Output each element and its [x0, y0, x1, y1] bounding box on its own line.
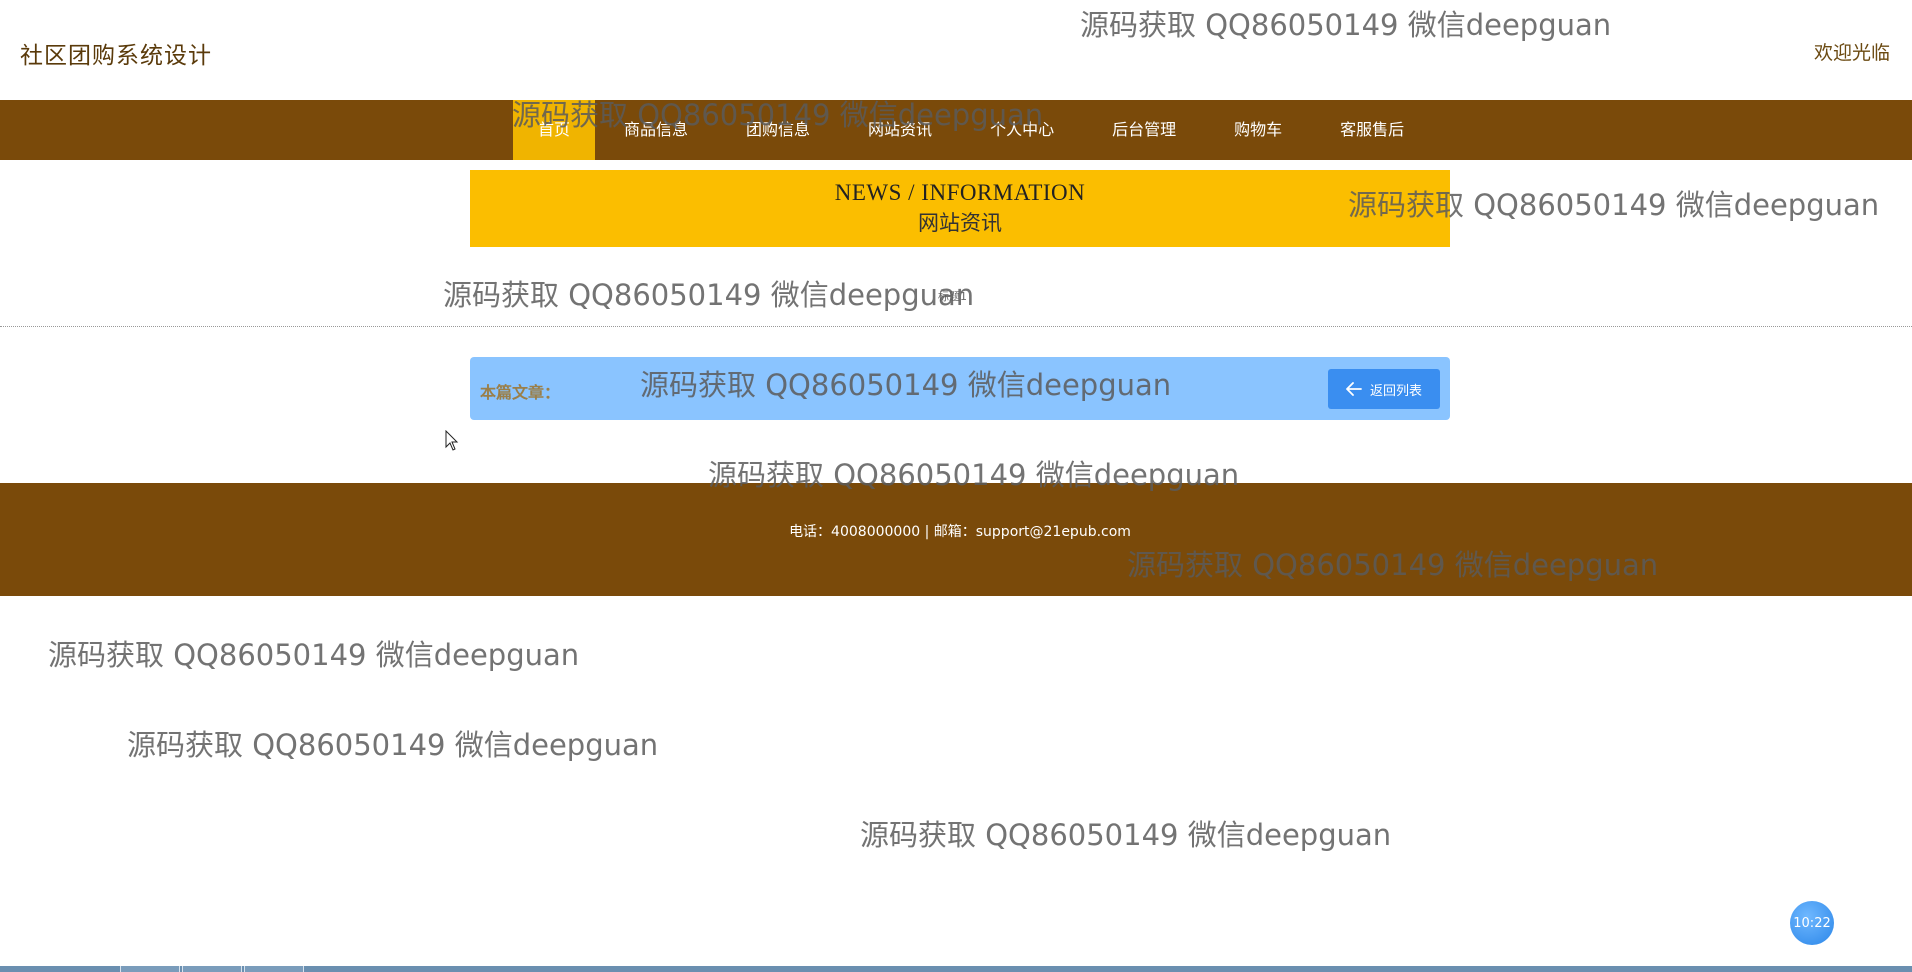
main-navbar: 首页 商品信息 团购信息 网站资讯 个人中心 后台管理 购物车 客服售后 — [0, 100, 1912, 160]
site-footer: 电话：4008000000 | 邮箱：support@21epub.com — [0, 483, 1912, 596]
welcome-text: 欢迎光临 — [1813, 42, 1890, 64]
nav-item-cart[interactable]: 购物车 — [1205, 100, 1311, 160]
watermark: 源码获取 QQ86050149 微信deepguan — [860, 818, 1392, 852]
taskbar-tab[interactable] — [244, 966, 304, 972]
watermark: 源码获取 QQ86050149 微信deepguan — [127, 728, 659, 762]
footer-contact: 电话：4008000000 | 邮箱：support@21epub.com — [789, 524, 1131, 540]
site-title: 社区团购系统设计 — [20, 43, 212, 69]
nav-item-products[interactable]: 商品信息 — [595, 100, 717, 160]
news-banner-title-cn: 网站资讯 — [918, 211, 1002, 235]
mouse-cursor-icon — [445, 430, 459, 451]
watermark: 源码获取 QQ86050149 微信deepguan — [48, 638, 580, 672]
taskbar-tab[interactable] — [120, 966, 180, 972]
news-banner-title-en: NEWS / INFORMATION — [834, 180, 1086, 205]
back-to-list-button[interactable]: 返回列表 — [1328, 369, 1440, 409]
divider — [0, 326, 1912, 327]
nav-item-group-buy[interactable]: 团购信息 — [717, 100, 839, 160]
back-to-list-label: 返回列表 — [1369, 383, 1422, 399]
article-title: 标题1 — [938, 290, 967, 303]
nav-item-admin[interactable]: 后台管理 — [1083, 100, 1205, 160]
nav-item-news[interactable]: 网站资讯 — [839, 100, 961, 160]
nav-item-customer-service[interactable]: 客服售后 — [1311, 100, 1433, 160]
nav-item-personal-center[interactable]: 个人中心 — [961, 100, 1083, 160]
taskbar-tab[interactable] — [182, 966, 242, 972]
news-banner: NEWS / INFORMATION 网站资讯 — [470, 170, 1450, 247]
watermark: 源码获取 QQ86050149 微信deepguan — [443, 278, 975, 312]
site-header: 社区团购系统设计 欢迎光临 — [0, 0, 1912, 100]
arrow-left-icon — [1346, 382, 1362, 396]
nav-item-home[interactable]: 首页 — [513, 100, 596, 160]
article-label: 本篇文章： — [480, 383, 561, 402]
article-nav-bar: 本篇文章： 返回列表 — [470, 357, 1450, 420]
nav-list: 首页 商品信息 团购信息 网站资讯 个人中心 后台管理 购物车 客服售后 — [513, 100, 1433, 160]
clock-badge[interactable]: 10:22 — [1790, 901, 1834, 945]
